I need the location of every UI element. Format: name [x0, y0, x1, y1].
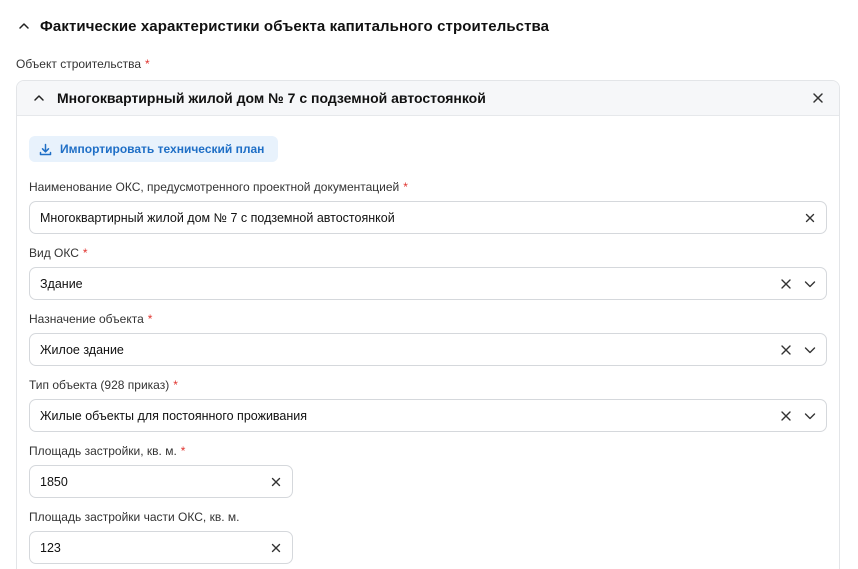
oks-name-value: Многоквартирный жилой дом № 7 с подземно… [40, 210, 395, 225]
required-mark: * [180, 444, 186, 458]
chevron-down-icon[interactable] [804, 344, 816, 356]
section-title: Фактические характеристики объекта капит… [40, 17, 550, 35]
import-technical-plan-button[interactable]: Импортировать технический план [29, 136, 279, 162]
part-building-area-input[interactable]: 123 [29, 531, 293, 564]
required-mark: * [173, 378, 178, 392]
object-card: Многоквартирный жилой дом № 7 с подземно… [16, 80, 840, 569]
chevron-up-icon[interactable] [33, 92, 45, 104]
field-label: Назначение объекта [29, 312, 144, 326]
required-mark: * [403, 180, 408, 194]
field-oks-type: Вид ОКС * Здание [29, 246, 827, 300]
clear-icon[interactable] [804, 212, 816, 224]
required-mark: * [82, 246, 88, 260]
oks-name-input[interactable]: Многоквартирный жилой дом № 7 с подземно… [29, 201, 827, 234]
field-oks-name: Наименование ОКС, предусмотренного проек… [29, 180, 827, 234]
field-part-building-area: Площадь застройки части ОКС, кв. м. 123 [29, 510, 293, 564]
clear-icon[interactable] [780, 344, 792, 356]
field-label: Наименование ОКС, предусмотренного проек… [29, 180, 400, 194]
object-field-label: Объект строительства * [16, 57, 150, 71]
chevron-down-icon[interactable] [804, 410, 816, 422]
required-mark: * [145, 57, 150, 71]
download-icon [39, 143, 52, 155]
building-area-input[interactable]: 1850 [29, 465, 293, 498]
field-object-type-928: Тип объекта (928 приказ) * Жилые объекты… [29, 378, 827, 432]
part-building-area-value: 123 [40, 540, 61, 555]
field-label: Площадь застройки части ОКС, кв. м. [29, 510, 240, 524]
import-button-label: Импортировать технический план [60, 142, 265, 156]
object-card-title: Многоквартирный жилой дом № 7 с подземно… [57, 90, 486, 106]
close-icon[interactable] [811, 91, 825, 105]
clear-icon[interactable] [270, 542, 282, 554]
field-label: Тип объекта (928 приказ) [29, 378, 170, 392]
building-area-value: 1850 [40, 474, 68, 489]
object-purpose-value: Жилое здание [40, 342, 124, 357]
chevron-down-icon[interactable] [804, 278, 816, 290]
field-object-purpose: Назначение объекта * Жилое здание [29, 312, 827, 366]
clear-icon[interactable] [270, 476, 282, 488]
oks-type-select[interactable]: Здание [29, 267, 827, 300]
object-type-928-select[interactable]: Жилые объекты для постоянного проживания [29, 399, 827, 432]
clear-icon[interactable] [780, 278, 792, 290]
chevron-up-icon[interactable] [18, 20, 30, 32]
field-building-area: Площадь застройки, кв. м. * 1850 [29, 444, 293, 498]
required-mark: * [147, 312, 153, 326]
oks-type-value: Здание [40, 276, 83, 291]
field-label: Площадь застройки, кв. м. [29, 444, 177, 458]
object-card-header[interactable]: Многоквартирный жилой дом № 7 с подземно… [17, 81, 839, 116]
object-purpose-select[interactable]: Жилое здание [29, 333, 827, 366]
field-label: Вид ОКС [29, 246, 79, 260]
section-header[interactable]: Фактические характеристики объекта капит… [18, 14, 549, 38]
clear-icon[interactable] [780, 410, 792, 422]
object-type-928-value: Жилые объекты для постоянного проживания [40, 408, 308, 423]
